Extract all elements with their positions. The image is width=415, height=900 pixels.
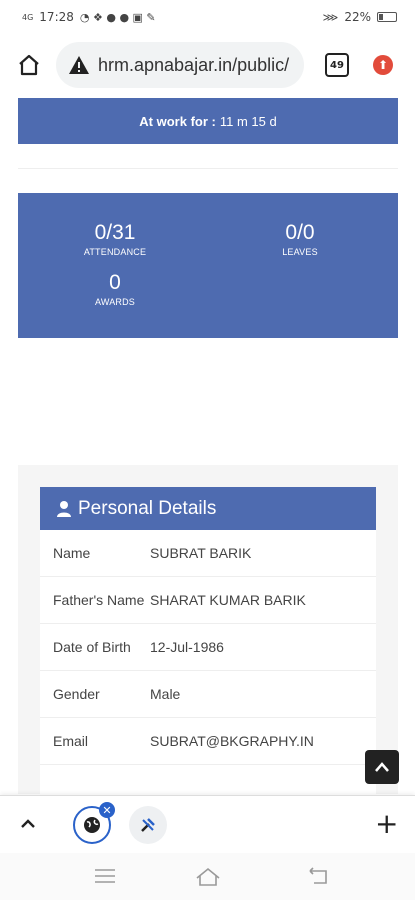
divider <box>18 168 398 169</box>
signal-indicator: 4G <box>22 12 34 22</box>
detail-row-dob: Date of Birth 12-Jul-1986 <box>40 624 376 671</box>
notification-icons: ◔ ❖ ● ● ▣ ✎ <box>79 10 156 24</box>
detail-row-email: Email SUBRAT@BKGRAPHY.IN <box>40 718 376 765</box>
detail-row-name: Name SUBRAT BARIK <box>40 530 376 577</box>
work-duration-label: At work for : <box>139 113 216 129</box>
tools-icon <box>141 818 155 832</box>
url-text: hrm.apnabajar.in/public/ <box>98 54 290 75</box>
personal-details-panel: Personal Details Name SUBRAT BARIK Fathe… <box>40 487 376 794</box>
awards-label: AWARDS <box>94 297 136 307</box>
panel-header: Personal Details <box>40 487 376 530</box>
address-bar[interactable]: hrm.apnabajar.in/public/ <box>56 42 304 88</box>
detail-value: 12-Jul-1986 <box>150 639 224 655</box>
battery-icon <box>377 12 397 22</box>
clock: 17:28 <box>39 10 74 24</box>
wifi-icon: ⋙ <box>322 10 339 24</box>
detail-value: SUBRAT@BKGRAPHY.IN <box>150 733 314 749</box>
leaves-stat: 0/0 LEAVES <box>240 221 360 257</box>
tabs-button[interactable]: 49 <box>325 53 349 77</box>
attendance-stat: 0/31 ATTENDANCE <box>55 221 175 257</box>
detail-value: SUBRAT BARIK <box>150 545 252 561</box>
user-icon <box>57 500 71 517</box>
active-tab-thumbnail[interactable]: ✕ <box>73 802 115 844</box>
tab-thumbnail[interactable] <box>129 806 167 844</box>
detail-key: Email <box>53 733 89 749</box>
back-nav-icon[interactable] <box>306 867 328 885</box>
detail-key: Date of Birth <box>53 639 131 655</box>
detail-value: SHARAT KUMAR BARIK <box>150 592 306 608</box>
detail-row-father-name: Father's Name SHARAT KUMAR BARIK <box>40 577 376 624</box>
attendance-value: 0/31 <box>94 221 136 244</box>
detail-row-gender: Gender Male <box>40 671 376 718</box>
attendance-label: ATTENDANCE <box>83 247 147 257</box>
update-icon: ⬆ <box>377 58 389 72</box>
awards-value: 0 <box>109 271 121 294</box>
scroll-to-top-button[interactable] <box>365 750 399 784</box>
home-button[interactable] <box>14 50 44 80</box>
browser-bottom-bar: ✕ + <box>0 795 415 853</box>
page-content: At work for : 11 m 15 d 0/31 ATTENDANCE … <box>0 98 415 794</box>
update-button[interactable]: ⬆ <box>373 55 393 75</box>
chevron-up-icon <box>375 762 389 772</box>
detail-key: Father's Name <box>53 592 145 608</box>
home-icon <box>19 54 39 76</box>
home-nav-icon[interactable] <box>195 867 221 887</box>
globe-icon <box>84 817 100 833</box>
awards-stat: 0 AWARDS <box>55 271 175 307</box>
personal-details-section: Personal Details Name SUBRAT BARIK Fathe… <box>18 465 398 794</box>
chevron-up-icon[interactable] <box>18 814 38 834</box>
battery-percent: 22% <box>344 10 371 24</box>
detail-key: Gender <box>53 686 100 702</box>
system-nav-bar <box>0 853 415 900</box>
stats-panel: 0/31 ATTENDANCE 0/0 LEAVES 0 AWARDS <box>18 193 398 338</box>
detail-value: Male <box>150 686 181 702</box>
warning-icon <box>69 56 89 74</box>
work-duration-value: 11 m 15 d <box>219 113 277 129</box>
leaves-value: 0/0 <box>285 221 315 244</box>
new-tab-button[interactable]: + <box>375 810 398 838</box>
menu-icon[interactable] <box>94 867 116 885</box>
status-bar: 4G 17:28 ◔ ❖ ● ● ▣ ✎ ⋙ 22% <box>0 0 415 34</box>
leaves-label: LEAVES <box>282 247 318 257</box>
work-duration-banner: At work for : 11 m 15 d <box>18 98 398 144</box>
close-tab-icon[interactable]: ✕ <box>99 802 115 818</box>
detail-key: Name <box>53 545 91 561</box>
browser-toolbar: hrm.apnabajar.in/public/ 49 ⬆ <box>0 36 415 96</box>
panel-title: Personal Details <box>78 497 217 519</box>
